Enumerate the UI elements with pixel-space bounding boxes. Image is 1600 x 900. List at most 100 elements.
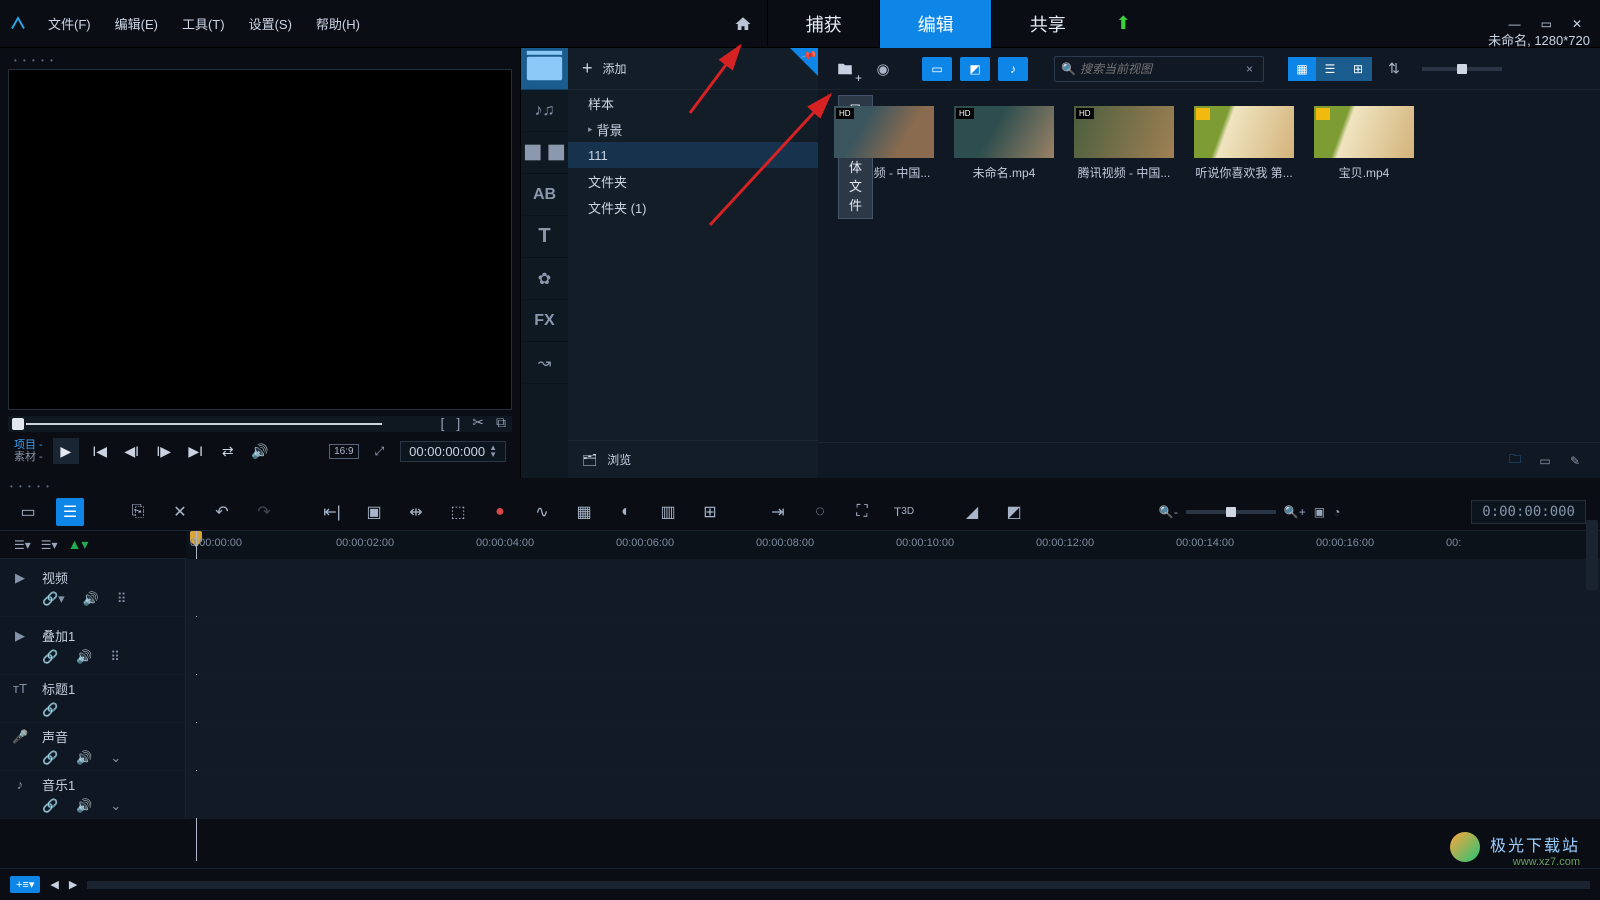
media-thumb[interactable]: 听说你喜欢我 第...	[1194, 106, 1294, 181]
next-clip-icon[interactable]: ▶I	[185, 443, 207, 460]
category-path-icon[interactable]: ↝	[521, 342, 568, 384]
split-icon[interactable]: ✂	[472, 414, 484, 431]
record-icon[interactable]: ●	[486, 498, 514, 526]
tree-item-111[interactable]: 111	[568, 142, 818, 168]
media-thumb[interactable]: HD未命名.mp4	[954, 106, 1054, 181]
lock-icon[interactable]: ⠿	[117, 591, 127, 607]
add-track-button[interactable]: +≡▾	[10, 876, 40, 893]
drag-handle-icon[interactable]: • • • • •	[8, 56, 512, 69]
erase-icon[interactable]: ◢	[958, 498, 986, 526]
grid-icon[interactable]: ⊞	[696, 498, 724, 526]
timeline-timecode[interactable]: 0:00:00:000	[1471, 500, 1586, 524]
menu-settings[interactable]: 设置(S)	[237, 0, 304, 48]
redo-icon[interactable]: ↷	[250, 498, 278, 526]
3d-text-icon[interactable]: T3D	[890, 498, 918, 526]
view-grid-icon[interactable]: ⊞	[1344, 57, 1372, 81]
search-field[interactable]	[1080, 62, 1242, 76]
category-transition-icon[interactable]	[521, 132, 568, 174]
project-mode-label[interactable]: 项目 -	[14, 439, 43, 451]
home-icon[interactable]	[719, 0, 767, 48]
fullscreen-icon[interactable]: ▣	[360, 498, 388, 526]
snapshot-icon[interactable]: ⧉	[496, 414, 506, 431]
panel-drag-handle-icon[interactable]: • • • • •	[0, 478, 1600, 493]
mode-tab-edit[interactable]: 编辑	[879, 0, 991, 48]
timecode-stepper-icon[interactable]: ▲▼	[489, 444, 497, 459]
mute-icon[interactable]: 🔊	[76, 649, 92, 665]
category-fx-icon[interactable]: FX	[521, 300, 568, 342]
timeline-zoom-slider[interactable]	[1186, 510, 1276, 514]
scrub-handle-icon[interactable]	[12, 418, 24, 430]
track-motion-icon[interactable]: ◌	[806, 498, 834, 526]
duration-icon[interactable]: ◔	[1333, 505, 1340, 519]
vertical-scrollbar[interactable]	[1586, 520, 1598, 590]
zoom-in-icon[interactable]: 🔍+	[1284, 505, 1306, 519]
step-fwd-icon[interactable]: I▶	[153, 443, 175, 460]
copy-attr-icon[interactable]: ⎘	[124, 498, 152, 526]
mask-icon[interactable]: ◐	[612, 498, 640, 526]
category-title-icon[interactable]: AB	[521, 174, 568, 216]
menu-edit[interactable]: 编辑(E)	[103, 0, 170, 48]
view-list-icon[interactable]: ☰	[1316, 57, 1344, 81]
link-icon[interactable]: 🔗	[42, 649, 58, 665]
fit-project-icon[interactable]: ▣	[1314, 505, 1325, 519]
volume-icon[interactable]: 🔊	[249, 443, 271, 460]
category-media-icon[interactable]	[521, 48, 568, 90]
close-icon[interactable]: ✕	[1572, 17, 1582, 31]
color-icon[interactable]: ◩	[1000, 498, 1028, 526]
track-body-music[interactable]	[186, 771, 1600, 818]
scrub-bar[interactable]: [ ] ✂ ⧉	[8, 416, 512, 432]
track-body-overlay[interactable]	[186, 617, 1600, 674]
category-audio-icon[interactable]: ♪♫	[521, 90, 568, 132]
menu-help[interactable]: 帮助(H)	[304, 0, 372, 48]
track-head-overlay[interactable]: ▶叠加1 🔗🔊⠿	[0, 617, 186, 674]
folder-view-icon[interactable]: 🗀	[1504, 451, 1526, 471]
menu-file[interactable]: 文件(F)	[36, 0, 103, 48]
info-view-icon[interactable]: ▭	[1534, 451, 1556, 471]
category-text-icon[interactable]: T	[521, 216, 568, 258]
filter-photo-icon[interactable]: ◩	[960, 57, 990, 81]
track-body-title[interactable]	[186, 675, 1600, 722]
mute-icon[interactable]: 🔊	[76, 750, 92, 766]
timeline-view-icon[interactable]: ☰	[56, 498, 84, 526]
zoom-out-icon[interactable]: 🔍-	[1159, 505, 1178, 519]
speed-icon[interactable]: ⇥	[764, 498, 792, 526]
track-head-music[interactable]: ♪音乐1 🔗🔊⌄	[0, 771, 186, 818]
track-body-voice[interactable]	[186, 723, 1600, 770]
filter-video-icon[interactable]: ▭	[922, 57, 952, 81]
track-head-title[interactable]: ᴛT标题1 🔗	[0, 675, 186, 722]
category-graphics-icon[interactable]: ✿	[521, 258, 568, 300]
mark-out-icon[interactable]: ]	[456, 415, 460, 431]
menu-tools[interactable]: 工具(T)	[170, 0, 237, 48]
layout-icon[interactable]: ▥	[654, 498, 682, 526]
track-head-video[interactable]: ▶视频 🔗▾🔊⠿	[0, 559, 186, 616]
undo-icon[interactable]: ↶	[208, 498, 236, 526]
tree-item-sample[interactable]: 样本	[568, 90, 818, 116]
tree-item-folder[interactable]: 文件夹	[568, 168, 818, 194]
loop-icon[interactable]: ⇄	[217, 443, 239, 460]
tools-icon[interactable]: ✕	[166, 498, 194, 526]
minimize-icon[interactable]: —	[1509, 17, 1521, 31]
aspect-ratio-button[interactable]: 16:9	[329, 444, 358, 459]
track-opts-icon[interactable]: ☰▾	[14, 538, 31, 552]
storyboard-view-icon[interactable]: ▭	[14, 498, 42, 526]
material-mode-label[interactable]: 素材 -	[14, 451, 43, 463]
step-back-icon[interactable]: ◀I	[121, 443, 143, 460]
edit-view-icon[interactable]: ✎	[1564, 451, 1586, 471]
search-input[interactable]: 🔍 ×	[1054, 56, 1264, 82]
link-icon[interactable]: 🔗	[42, 750, 58, 766]
play-button[interactable]: ▶	[53, 438, 79, 464]
upload-icon[interactable]: ⬆	[1103, 0, 1143, 48]
maximize-icon[interactable]: ▭	[1541, 17, 1552, 31]
track-head-voice[interactable]: 🎤声音 🔗🔊⌄	[0, 723, 186, 770]
media-thumb[interactable]: HD腾讯视频 - 中国...	[1074, 106, 1174, 181]
chroma-icon[interactable]: ▦	[570, 498, 598, 526]
link-icon[interactable]: 🔗	[42, 798, 58, 814]
horizontal-scrollbar[interactable]	[87, 881, 1590, 889]
tree-item-folder1[interactable]: 文件夹 (1)	[568, 194, 818, 220]
track-toggle-icon[interactable]: ☰▾	[41, 538, 58, 552]
filter-audio-icon[interactable]: ♪	[998, 57, 1028, 81]
fit-icon[interactable]: ⬚	[444, 498, 472, 526]
capture-media-icon[interactable]: ◉	[868, 55, 898, 83]
chevron-down-icon[interactable]: ⌄	[110, 798, 121, 814]
mode-tab-share[interactable]: 共享	[991, 0, 1103, 48]
